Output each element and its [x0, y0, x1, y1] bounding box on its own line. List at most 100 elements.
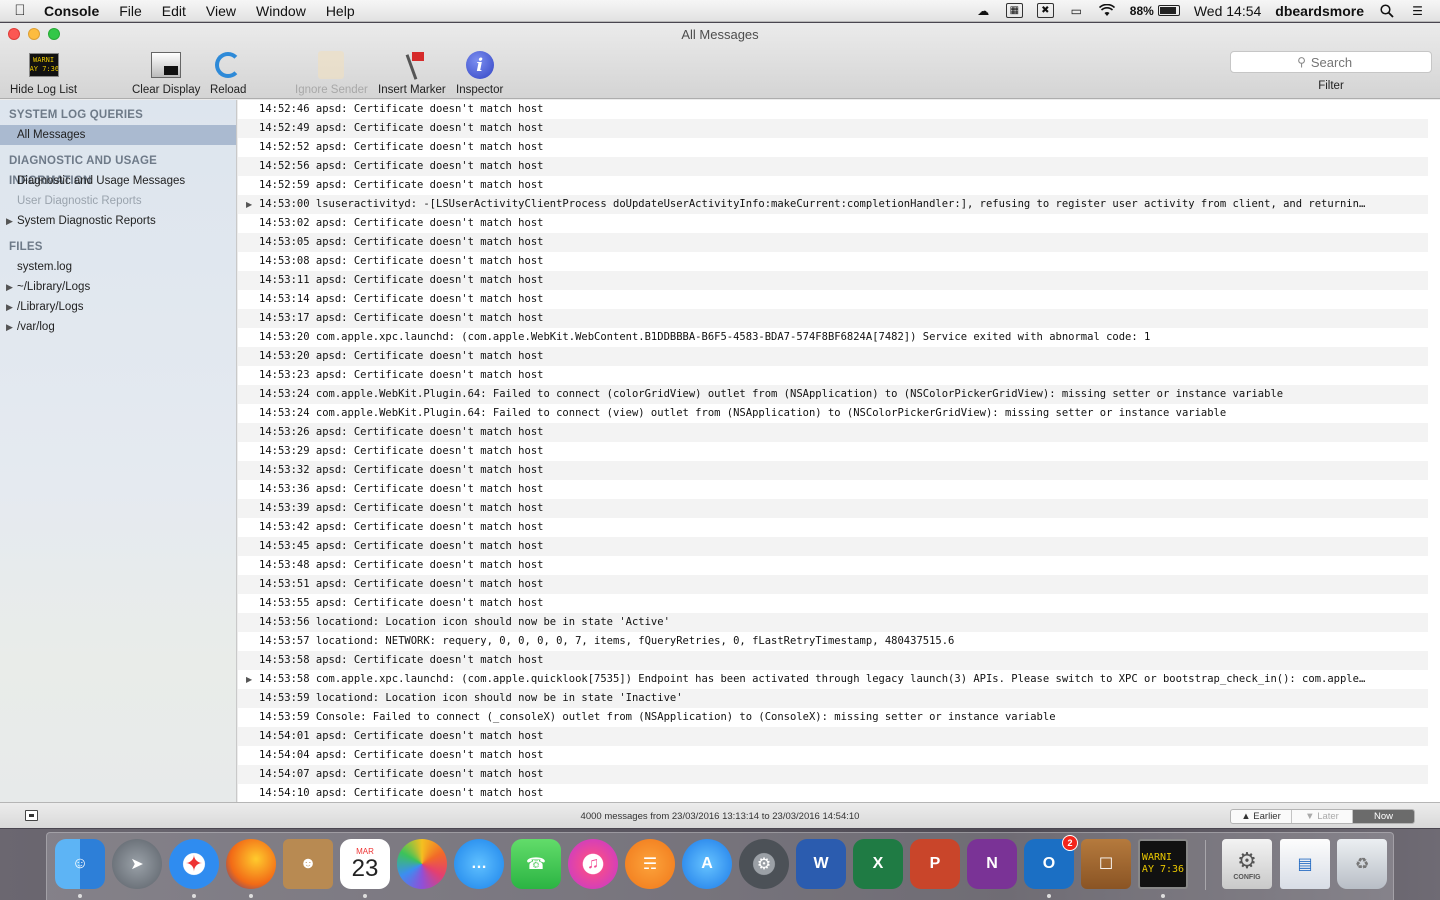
- log-row[interactable]: 14:54:01 apsd: Certificate doesn't match…: [238, 727, 1428, 746]
- calendar-icon[interactable]: MAR 23: [340, 839, 390, 889]
- log-row[interactable]: 14:53:45 apsd: Certificate doesn't match…: [238, 537, 1428, 556]
- log-row[interactable]: 14:53:55 apsd: Certificate doesn't match…: [238, 594, 1428, 613]
- log-row[interactable]: 14:53:29 apsd: Certificate doesn't match…: [238, 442, 1428, 461]
- expand-message-icon[interactable]: ▶: [246, 670, 252, 689]
- sidebar-item-diagnostic-messages[interactable]: Diagnostic and Usage Messages: [0, 171, 236, 191]
- firefox-icon[interactable]: [226, 839, 276, 889]
- log-row[interactable]: 14:53:42 apsd: Certificate doesn't match…: [238, 518, 1428, 537]
- log-row[interactable]: 14:52:56 apsd: Certificate doesn't match…: [238, 157, 1428, 176]
- log-row[interactable]: 14:52:49 apsd: Certificate doesn't match…: [238, 119, 1428, 138]
- console-app-icon[interactable]: WARNI AY 7:36: [1138, 839, 1188, 889]
- log-row[interactable]: 14:54:10 apsd: Certificate doesn't match…: [238, 784, 1428, 802]
- sidebar-item-user-library-logs[interactable]: ▶ ~/Library/Logs: [0, 277, 236, 297]
- menu-view[interactable]: View: [196, 3, 246, 19]
- sidebar-item-all-messages[interactable]: All Messages: [0, 125, 236, 145]
- disclosure-triangle-icon[interactable]: ▶: [6, 317, 13, 337]
- log-row[interactable]: 14:53:08 apsd: Certificate doesn't match…: [238, 252, 1428, 271]
- disclosure-triangle-icon[interactable]: ▶: [6, 277, 13, 297]
- log-row[interactable]: 14:53:11 apsd: Certificate doesn't match…: [238, 271, 1428, 290]
- menu-window[interactable]: Window: [246, 3, 316, 19]
- log-row[interactable]: 14:53:32 apsd: Certificate doesn't match…: [238, 461, 1428, 480]
- outlook-window-icon[interactable]: ▤: [1280, 839, 1330, 889]
- log-row[interactable]: 14:53:20 apsd: Certificate doesn't match…: [238, 347, 1428, 366]
- battery-status[interactable]: 88%: [1130, 4, 1180, 18]
- system-preferences-gear-icon[interactable]: ⚙: [739, 839, 789, 889]
- sidebar-item-var-log[interactable]: ▶ /var/log: [0, 317, 236, 337]
- log-row[interactable]: 14:53:59 Console: Failed to connect (_co…: [238, 708, 1428, 727]
- log-row[interactable]: 14:52:46 apsd: Certificate doesn't match…: [238, 100, 1428, 119]
- log-row[interactable]: 14:53:48 apsd: Certificate doesn't match…: [238, 556, 1428, 575]
- search-input[interactable]: [1310, 54, 1365, 70]
- earlier-button[interactable]: ▲ Earlier: [1231, 810, 1292, 823]
- disclosure-triangle-icon[interactable]: ▶: [6, 297, 13, 317]
- menu-edit[interactable]: Edit: [152, 3, 196, 19]
- excel-icon[interactable]: X: [853, 839, 903, 889]
- log-row[interactable]: 14:53:20 com.apple.xpc.launchd: (com.app…: [238, 328, 1428, 347]
- log-row[interactable]: 14:53:05 apsd: Certificate doesn't match…: [238, 233, 1428, 252]
- log-row[interactable]: ▶ 14:53:00 lsuseractivityd: -[LSUserActiv…: [238, 195, 1428, 214]
- powerpoint-icon[interactable]: P: [910, 839, 960, 889]
- sidebar-item-user-diagnostic-reports[interactable]: User Diagnostic Reports: [0, 191, 236, 211]
- now-button[interactable]: Now: [1353, 810, 1414, 823]
- log-row[interactable]: 14:52:52 apsd: Certificate doesn't match…: [238, 138, 1428, 157]
- ignore-sender-button[interactable]: Ignore Sender: [295, 49, 368, 96]
- trash-icon[interactable]: ♻: [1337, 839, 1387, 889]
- menu-clock[interactable]: Wed 14:54: [1194, 3, 1261, 19]
- log-row[interactable]: 14:53:36 apsd: Certificate doesn't match…: [238, 480, 1428, 499]
- log-row[interactable]: 14:53:24 com.apple.WebKit.Plugin.64: Fai…: [238, 385, 1428, 404]
- briefcase-icon[interactable]: ☐: [1081, 839, 1131, 889]
- cloud-icon[interactable]: ☁: [975, 3, 992, 18]
- ibooks-icon[interactable]: ☴: [625, 839, 675, 889]
- hide-log-list-button[interactable]: WARNI AY 7:36 Hide Log List: [10, 49, 77, 96]
- finder-icon[interactable]: ☺: [55, 839, 105, 889]
- photos-icon[interactable]: [397, 839, 447, 889]
- sidebar-item-system-diagnostic-reports[interactable]: ▶ System Diagnostic Reports: [0, 211, 236, 231]
- clear-display-button[interactable]: Clear Display: [132, 49, 200, 96]
- onenote-icon[interactable]: N: [967, 839, 1017, 889]
- notification-center-icon[interactable]: ☰: [1409, 3, 1426, 18]
- app-store-icon[interactable]: A: [682, 839, 732, 889]
- log-row[interactable]: 14:54:04 apsd: Certificate doesn't match…: [238, 746, 1428, 765]
- messages-bubble-icon[interactable]: …: [454, 839, 504, 889]
- sidebar-item-library-logs[interactable]: ▶ /Library/Logs: [0, 297, 236, 317]
- log-row[interactable]: 14:52:59 apsd: Certificate doesn't match…: [238, 176, 1428, 195]
- apple-menu-icon[interactable]: : [0, 2, 40, 19]
- log-row[interactable]: 14:53:57 locationd: NETWORK: requery, 0,…: [238, 632, 1428, 651]
- search-field[interactable]: ⚲: [1230, 51, 1432, 73]
- menu-app-console[interactable]: Console: [40, 3, 109, 19]
- word-icon[interactable]: W: [796, 839, 846, 889]
- safari-compass-icon[interactable]: ✦: [169, 839, 219, 889]
- log-row[interactable]: 14:53:59 locationd: Location icon should…: [238, 689, 1428, 708]
- spotlight-search-icon[interactable]: [1378, 3, 1395, 18]
- log-row[interactable]: 14:53:02 apsd: Certificate doesn't match…: [238, 214, 1428, 233]
- wifi-icon[interactable]: [1099, 3, 1116, 18]
- airplay-icon[interactable]: ▭: [1068, 3, 1085, 18]
- later-button[interactable]: ▼ Later: [1292, 810, 1353, 823]
- menu-help[interactable]: Help: [316, 3, 365, 19]
- log-row[interactable]: 14:54:07 apsd: Certificate doesn't match…: [238, 765, 1428, 784]
- log-row[interactable]: 14:53:26 apsd: Certificate doesn't match…: [238, 423, 1428, 442]
- log-row[interactable]: 14:53:14 apsd: Certificate doesn't match…: [238, 290, 1428, 309]
- itunes-music-icon[interactable]: ♫: [568, 839, 618, 889]
- menu-file[interactable]: File: [109, 3, 152, 19]
- launchpad-rocket-icon[interactable]: ➤: [112, 839, 162, 889]
- log-row[interactable]: 14:53:58 apsd: Certificate doesn't match…: [238, 651, 1428, 670]
- sidebar-item-system-log[interactable]: system.log: [0, 257, 236, 277]
- menu-user[interactable]: dbeardsmore: [1275, 3, 1364, 19]
- outlook-icon[interactable]: O 2: [1024, 835, 1078, 889]
- close-box-icon[interactable]: ✖: [1036, 3, 1054, 18]
- inspector-button[interactable]: i Inspector: [456, 49, 503, 96]
- shield-icon[interactable]: ▦: [1005, 3, 1023, 18]
- disclosure-triangle-icon[interactable]: ▶: [6, 211, 13, 231]
- log-message-list[interactable]: 14:52:46 apsd: Certificate doesn't match…: [238, 100, 1440, 802]
- log-row[interactable]: 14:53:24 com.apple.WebKit.Plugin.64: Fai…: [238, 404, 1428, 423]
- log-row[interactable]: 14:53:51 apsd: Certificate doesn't match…: [238, 575, 1428, 594]
- reload-button[interactable]: Reload: [210, 49, 246, 96]
- log-row[interactable]: 14:53:17 apsd: Certificate doesn't match…: [238, 309, 1428, 328]
- log-row[interactable]: 14:53:39 apsd: Certificate doesn't match…: [238, 499, 1428, 518]
- insert-marker-button[interactable]: Insert Marker: [378, 49, 446, 96]
- log-row[interactable]: ▶ 14:53:58 com.apple.xpc.launchd: (com.ap…: [238, 670, 1428, 689]
- facetime-icon[interactable]: ☎: [511, 839, 561, 889]
- log-row[interactable]: 14:53:23 apsd: Certificate doesn't match…: [238, 366, 1428, 385]
- log-row[interactable]: 14:53:56 locationd: Location icon should…: [238, 613, 1428, 632]
